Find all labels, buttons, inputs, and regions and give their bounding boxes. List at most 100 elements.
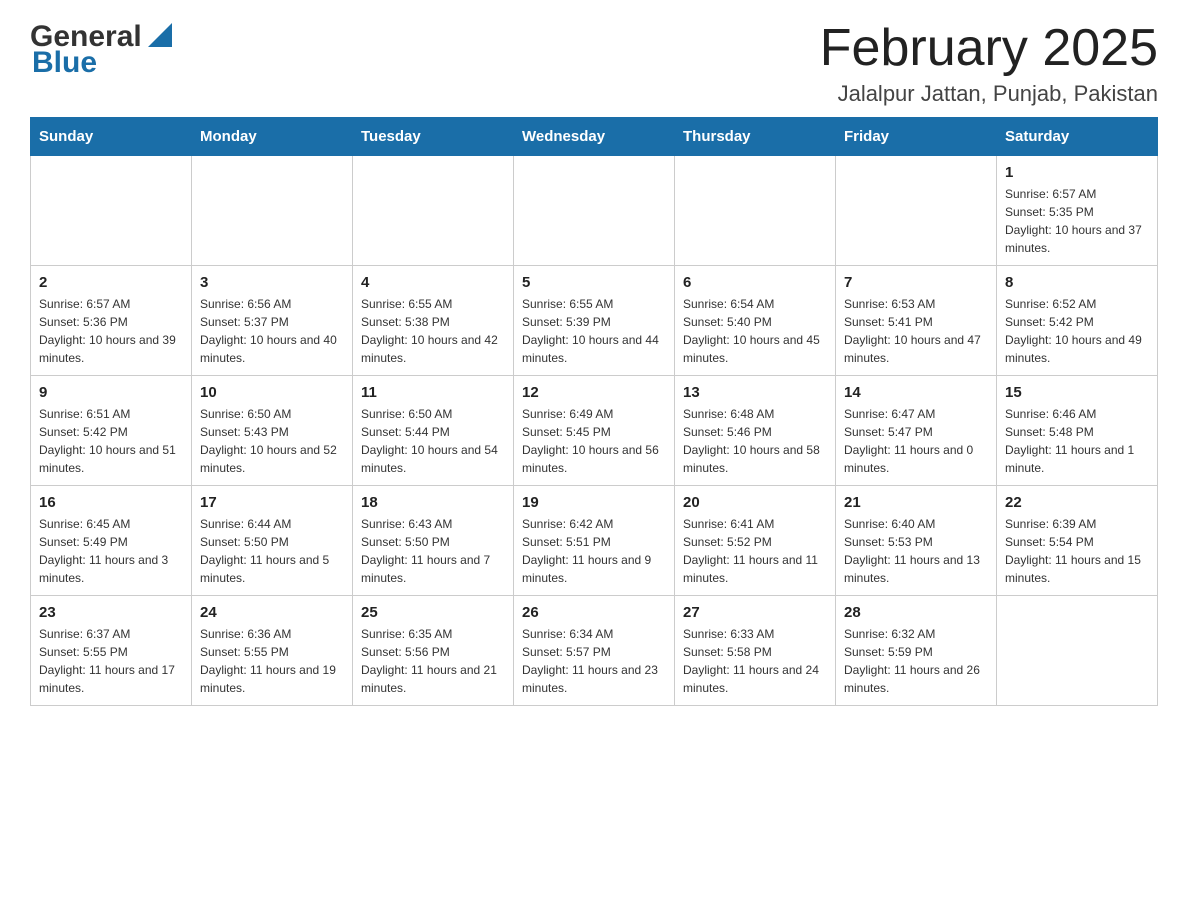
day-info: Sunrise: 6:34 AMSunset: 5:57 PMDaylight:… [522, 625, 666, 697]
calendar-cell [836, 156, 997, 266]
logo-arrow-icon [144, 19, 176, 51]
day-number: 20 [683, 494, 827, 511]
calendar-cell: 7 Sunrise: 6:53 AMSunset: 5:41 PMDaylight… [836, 266, 997, 376]
day-number: 22 [1005, 494, 1149, 511]
calendar-cell: 17 Sunrise: 6:44 AMSunset: 5:50 PMDayligh… [192, 486, 353, 596]
day-of-week-header: Friday [836, 118, 997, 156]
day-info: Sunrise: 6:51 AMSunset: 5:42 PMDaylight:… [39, 405, 183, 477]
day-info: Sunrise: 6:47 AMSunset: 5:47 PMDaylight:… [844, 405, 988, 477]
day-of-week-header: Saturday [997, 118, 1158, 156]
calendar-cell [675, 156, 836, 266]
day-number: 5 [522, 274, 666, 291]
day-number: 11 [361, 384, 505, 401]
day-info: Sunrise: 6:48 AMSunset: 5:46 PMDaylight:… [683, 405, 827, 477]
day-info: Sunrise: 6:41 AMSunset: 5:52 PMDaylight:… [683, 515, 827, 587]
day-info: Sunrise: 6:39 AMSunset: 5:54 PMDaylight:… [1005, 515, 1149, 587]
calendar-cell: 13 Sunrise: 6:48 AMSunset: 5:46 PMDayligh… [675, 376, 836, 486]
calendar-cell: 27Sunrise: 6:33 AMSunset: 5:58 PMDayligh… [675, 596, 836, 706]
day-number: 2 [39, 274, 183, 291]
day-info: Sunrise: 6:42 AMSunset: 5:51 PMDaylight:… [522, 515, 666, 587]
day-number: 3 [200, 274, 344, 291]
day-number: 25 [361, 604, 505, 621]
day-info: Sunrise: 6:50 AMSunset: 5:43 PMDaylight:… [200, 405, 344, 477]
day-number: 21 [844, 494, 988, 511]
day-number: 28 [844, 604, 988, 621]
calendar-table: SundayMondayTuesdayWednesdayThursdayFrid… [30, 117, 1158, 706]
day-info: Sunrise: 6:36 AMSunset: 5:55 PMDaylight:… [200, 625, 344, 697]
day-number: 27 [683, 604, 827, 621]
day-number: 15 [1005, 384, 1149, 401]
calendar-cell: 23Sunrise: 6:37 AMSunset: 5:55 PMDayligh… [31, 596, 192, 706]
calendar-cell: 18Sunrise: 6:43 AMSunset: 5:50 PMDayligh… [353, 486, 514, 596]
day-info: Sunrise: 6:50 AMSunset: 5:44 PMDaylight:… [361, 405, 505, 477]
day-number: 9 [39, 384, 183, 401]
page-header: General Blue February 2025 Jalalpur Jatt… [30, 20, 1158, 107]
day-number: 4 [361, 274, 505, 291]
day-info: Sunrise: 6:32 AMSunset: 5:59 PMDaylight:… [844, 625, 988, 697]
day-number: 10 [200, 384, 344, 401]
logo: General Blue [30, 20, 176, 80]
day-info: Sunrise: 6:55 AMSunset: 5:39 PMDaylight:… [522, 295, 666, 367]
day-of-week-header: Tuesday [353, 118, 514, 156]
calendar-cell: 3 Sunrise: 6:56 AMSunset: 5:37 PMDaylight… [192, 266, 353, 376]
calendar-cell: 15 Sunrise: 6:46 AMSunset: 5:48 PMDayligh… [997, 376, 1158, 486]
day-info: Sunrise: 6:53 AMSunset: 5:41 PMDaylight:… [844, 295, 988, 367]
calendar-cell: 9 Sunrise: 6:51 AMSunset: 5:42 PMDaylight… [31, 376, 192, 486]
day-number: 13 [683, 384, 827, 401]
day-number: 18 [361, 494, 505, 511]
day-info: Sunrise: 6:49 AMSunset: 5:45 PMDaylight:… [522, 405, 666, 477]
day-number: 14 [844, 384, 988, 401]
day-info: Sunrise: 6:45 AMSunset: 5:49 PMDaylight:… [39, 515, 183, 587]
day-of-week-header: Monday [192, 118, 353, 156]
calendar-cell: 12 Sunrise: 6:49 AMSunset: 5:45 PMDayligh… [514, 376, 675, 486]
day-number: 16 [39, 494, 183, 511]
day-number: 7 [844, 274, 988, 291]
calendar-cell: 21Sunrise: 6:40 AMSunset: 5:53 PMDayligh… [836, 486, 997, 596]
calendar-week-row: 16 Sunrise: 6:45 AMSunset: 5:49 PMDayligh… [31, 486, 1158, 596]
day-info: Sunrise: 6:57 AMSunset: 5:36 PMDaylight:… [39, 295, 183, 367]
calendar-cell: 4 Sunrise: 6:55 AMSunset: 5:38 PMDaylight… [353, 266, 514, 376]
day-of-week-header: Sunday [31, 118, 192, 156]
calendar-week-row: 2 Sunrise: 6:57 AMSunset: 5:36 PMDaylight… [31, 266, 1158, 376]
calendar-cell: 8 Sunrise: 6:52 AMSunset: 5:42 PMDaylight… [997, 266, 1158, 376]
day-info: Sunrise: 6:46 AMSunset: 5:48 PMDaylight:… [1005, 405, 1149, 477]
day-number: 26 [522, 604, 666, 621]
calendar-cell: 2 Sunrise: 6:57 AMSunset: 5:36 PMDaylight… [31, 266, 192, 376]
day-number: 24 [200, 604, 344, 621]
calendar-cell [31, 156, 192, 266]
calendar-cell: 6 Sunrise: 6:54 AMSunset: 5:40 PMDaylight… [675, 266, 836, 376]
calendar-subtitle: Jalalpur Jattan, Punjab, Pakistan [820, 81, 1158, 107]
calendar-cell: 1 Sunrise: 6:57 AMSunset: 5:35 PMDaylight… [997, 156, 1158, 266]
calendar-cell: 28 Sunrise: 6:32 AMSunset: 5:59 PMDayligh… [836, 596, 997, 706]
calendar-week-row: 23Sunrise: 6:37 AMSunset: 5:55 PMDayligh… [31, 596, 1158, 706]
calendar-cell [514, 156, 675, 266]
day-number: 12 [522, 384, 666, 401]
calendar-cell: 11 Sunrise: 6:50 AMSunset: 5:44 PMDayligh… [353, 376, 514, 486]
calendar-cell [997, 596, 1158, 706]
day-number: 19 [522, 494, 666, 511]
day-number: 8 [1005, 274, 1149, 291]
day-of-week-header: Wednesday [514, 118, 675, 156]
day-number: 1 [1005, 164, 1149, 181]
day-of-week-header: Thursday [675, 118, 836, 156]
calendar-title: February 2025 [820, 20, 1158, 77]
calendar-week-row: 1 Sunrise: 6:57 AMSunset: 5:35 PMDaylight… [31, 156, 1158, 266]
day-info: Sunrise: 6:52 AMSunset: 5:42 PMDaylight:… [1005, 295, 1149, 367]
calendar-cell: 26 Sunrise: 6:34 AMSunset: 5:57 PMDayligh… [514, 596, 675, 706]
calendar-cell: 22 Sunrise: 6:39 AMSunset: 5:54 PMDayligh… [997, 486, 1158, 596]
day-info: Sunrise: 6:44 AMSunset: 5:50 PMDaylight:… [200, 515, 344, 587]
day-info: Sunrise: 6:57 AMSunset: 5:35 PMDaylight:… [1005, 185, 1149, 257]
calendar-cell: 25Sunrise: 6:35 AMSunset: 5:56 PMDayligh… [353, 596, 514, 706]
day-number: 17 [200, 494, 344, 511]
calendar-cell [353, 156, 514, 266]
calendar-cell: 20 Sunrise: 6:41 AMSunset: 5:52 PMDayligh… [675, 486, 836, 596]
day-info: Sunrise: 6:54 AMSunset: 5:40 PMDaylight:… [683, 295, 827, 367]
calendar-week-row: 9 Sunrise: 6:51 AMSunset: 5:42 PMDaylight… [31, 376, 1158, 486]
calendar-header-row: SundayMondayTuesdayWednesdayThursdayFrid… [31, 118, 1158, 156]
day-info: Sunrise: 6:55 AMSunset: 5:38 PMDaylight:… [361, 295, 505, 367]
day-number: 6 [683, 274, 827, 291]
day-number: 23 [39, 604, 183, 621]
calendar-cell: 24 Sunrise: 6:36 AMSunset: 5:55 PMDayligh… [192, 596, 353, 706]
logo-blue-text: Blue [32, 46, 97, 80]
day-info: Sunrise: 6:56 AMSunset: 5:37 PMDaylight:… [200, 295, 344, 367]
